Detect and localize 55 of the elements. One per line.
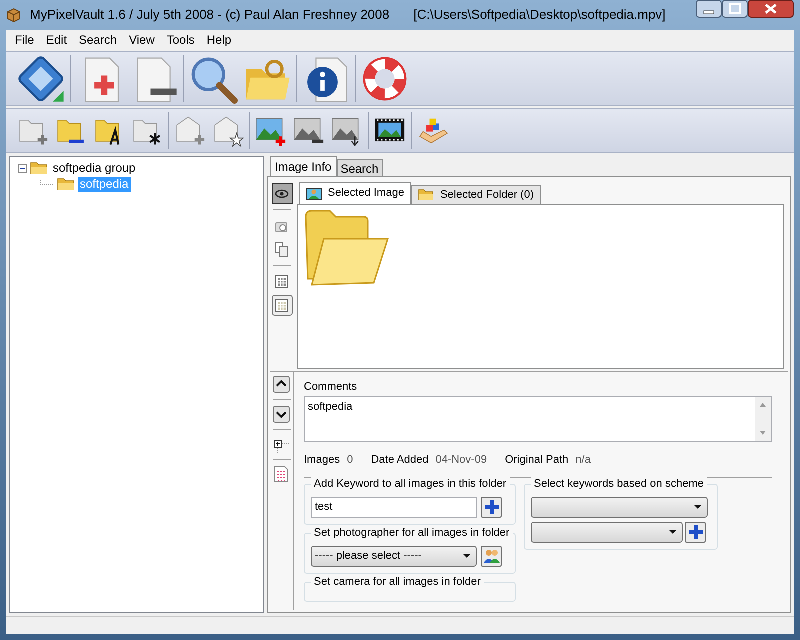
caret-icon (669, 530, 677, 534)
app-box-icon (6, 7, 22, 23)
stat-value: n/a (576, 453, 591, 468)
menu-item[interactable]: Help (206, 30, 232, 48)
caret-icon (463, 554, 471, 558)
plus-icon (484, 500, 498, 514)
scrollbar[interactable] (755, 397, 771, 441)
plus-icon (688, 525, 702, 539)
calendar-icon[interactable] (273, 466, 290, 483)
up-arrow-button[interactable] (273, 376, 290, 393)
tree-item[interactable]: softpedia group (51, 160, 138, 176)
dropdown[interactable] (531, 496, 708, 518)
dropdown[interactable]: ----- please select ----- (311, 546, 477, 566)
copy-icon (274, 242, 290, 258)
add-button[interactable] (685, 522, 706, 542)
menu-item[interactable]: View (129, 30, 155, 48)
group-title: Set photographer for all images in folder (311, 526, 513, 540)
menu-item[interactable]: File (15, 30, 34, 48)
stat-value: 0 (347, 453, 354, 468)
grid-icon (274, 274, 290, 290)
folder-icon (57, 177, 75, 191)
add-button[interactable] (481, 496, 502, 518)
window-title: MyPixelVault 1.6 / July 5th 2008 - (c) Paul Alan Freshney 2008 (30, 6, 390, 24)
collapse-icon[interactable] (18, 164, 27, 172)
stat-label: Original Path (505, 453, 569, 468)
tab[interactable]: Search (336, 159, 383, 176)
group-title: Select keywords based on scheme (531, 476, 707, 492)
keyword-input[interactable]: test (311, 496, 477, 518)
tab[interactable]: Selected Folder (0) (411, 185, 541, 204)
menu-item[interactable]: Search (79, 30, 118, 48)
tool-button[interactable] (272, 183, 292, 204)
maximize-icon[interactable] (722, 0, 748, 18)
minimize-icon[interactable] (696, 0, 722, 18)
grid-icon (274, 298, 290, 314)
tab[interactable]: Selected Image (299, 182, 412, 204)
stat-value: 04-Nov-09 (436, 453, 488, 468)
tab[interactable]: Image Info (270, 156, 337, 176)
menu-item[interactable]: Tools (166, 30, 195, 48)
caret-icon (694, 505, 702, 509)
comments-label: Comments (304, 380, 358, 394)
menu-item[interactable]: Edit (46, 30, 68, 48)
group-title: Add Keyword to all images in this folder (311, 476, 510, 492)
people-icon (484, 549, 500, 563)
dropdown[interactable] (531, 522, 683, 542)
stat-label: Date Added (371, 453, 429, 468)
folder-icon (30, 161, 48, 175)
stat-label: Images (304, 453, 340, 468)
picture-icon (306, 188, 322, 200)
people-button[interactable] (481, 546, 502, 566)
folder-icon (418, 189, 434, 201)
close-icon[interactable] (748, 0, 794, 18)
file-path: [C:\Users\Softpedia\Desktop\softpedia.mpv] (414, 6, 666, 24)
comments-field[interactable]: softpedia (304, 396, 772, 442)
group-title: Set camera for all images in folder (311, 574, 484, 590)
down-arrow-button[interactable] (273, 406, 290, 423)
